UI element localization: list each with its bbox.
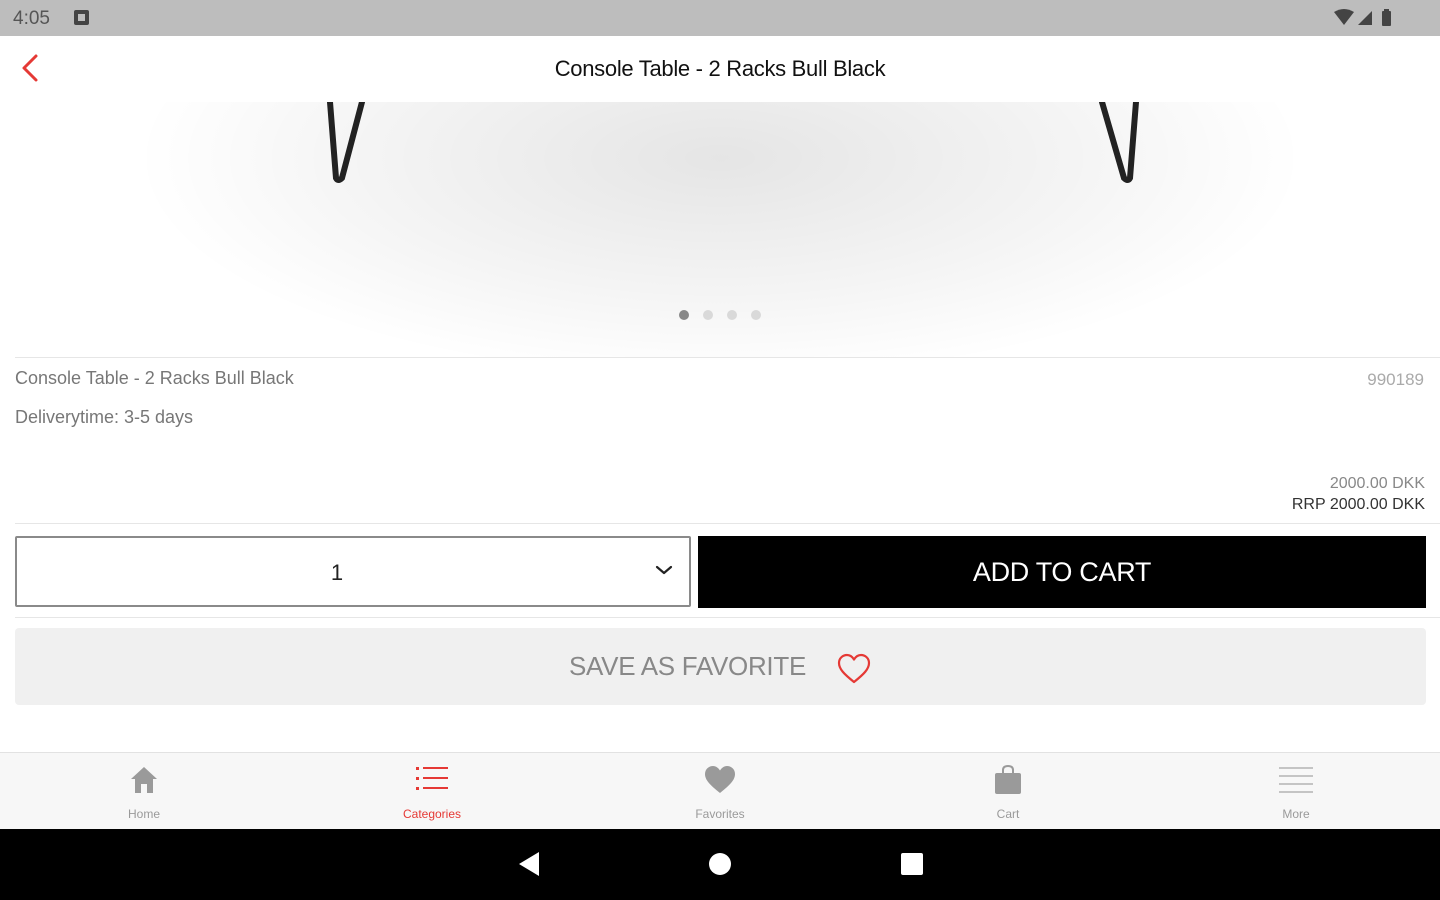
carousel-dot-1[interactable] (679, 310, 689, 320)
product-price: 2000.00 DKK (1329, 475, 1425, 492)
heart-icon (705, 766, 735, 793)
product-image-table-leg-right (1099, 102, 1139, 183)
heart-outline-icon (837, 653, 871, 683)
app-header: Console Table - 2 Racks Bull Black (0, 36, 1440, 102)
status-icons (1332, 8, 1402, 28)
carousel-dot-3[interactable] (727, 310, 737, 320)
bottom-nav: Home Categories Favorites Cart More (0, 752, 1440, 829)
nav-label: Categories (402, 807, 462, 821)
carousel-dot-2[interactable] (703, 310, 713, 320)
status-bar: 4:05 (0, 0, 1440, 36)
nav-item-cart[interactable]: Cart (864, 753, 1152, 829)
nav-item-categories[interactable]: Categories (288, 753, 576, 829)
status-time: 4:05 (13, 8, 50, 29)
nav-label: Home (127, 807, 160, 821)
bag-icon (995, 765, 1021, 794)
divider (15, 523, 1440, 524)
home-icon (131, 767, 157, 793)
chevron-down-icon (655, 565, 673, 575)
menu-icon (1279, 767, 1313, 793)
nav-label: More (1282, 807, 1310, 821)
recents-square-icon[interactable] (900, 851, 924, 877)
product-rrp: RRP 2000.00 DKK (1291, 496, 1425, 513)
nav-label: Favorites (695, 807, 745, 821)
save-favorite-label: SAVE AS FAVORITE (569, 651, 806, 681)
system-nav-bar (0, 829, 1440, 900)
carousel-dot-4[interactable] (751, 310, 761, 320)
home-circle-icon[interactable] (708, 851, 732, 877)
delivery-time: Deliverytime: 3-5 days (15, 407, 194, 427)
back-triangle-icon[interactable] (517, 851, 541, 877)
save-favorite-button[interactable]: SAVE AS FAVORITE (15, 628, 1426, 705)
notification-icon (74, 10, 89, 25)
add-to-cart-button[interactable]: ADD TO CART (698, 536, 1426, 608)
quantity-value: 1 (330, 560, 344, 585)
product-image-table-leg-left (327, 102, 365, 183)
divider (15, 617, 1440, 618)
nav-item-more[interactable]: More (1152, 753, 1440, 829)
nav-label: Cart (996, 807, 1020, 821)
product-sku: 990189 (1367, 370, 1424, 389)
divider (15, 357, 1440, 358)
quantity-select[interactable]: 1 (15, 536, 691, 607)
nav-item-home[interactable]: Home (0, 753, 288, 829)
carousel-dots (0, 310, 1440, 320)
product-name: Console Table - 2 Racks Bull Black (15, 368, 294, 388)
page-title: Console Table - 2 Racks Bull Black (554, 56, 886, 81)
nav-item-favorites[interactable]: Favorites (576, 753, 864, 829)
wifi-signal-battery-icon (1334, 9, 1391, 26)
list-icon (416, 767, 448, 790)
